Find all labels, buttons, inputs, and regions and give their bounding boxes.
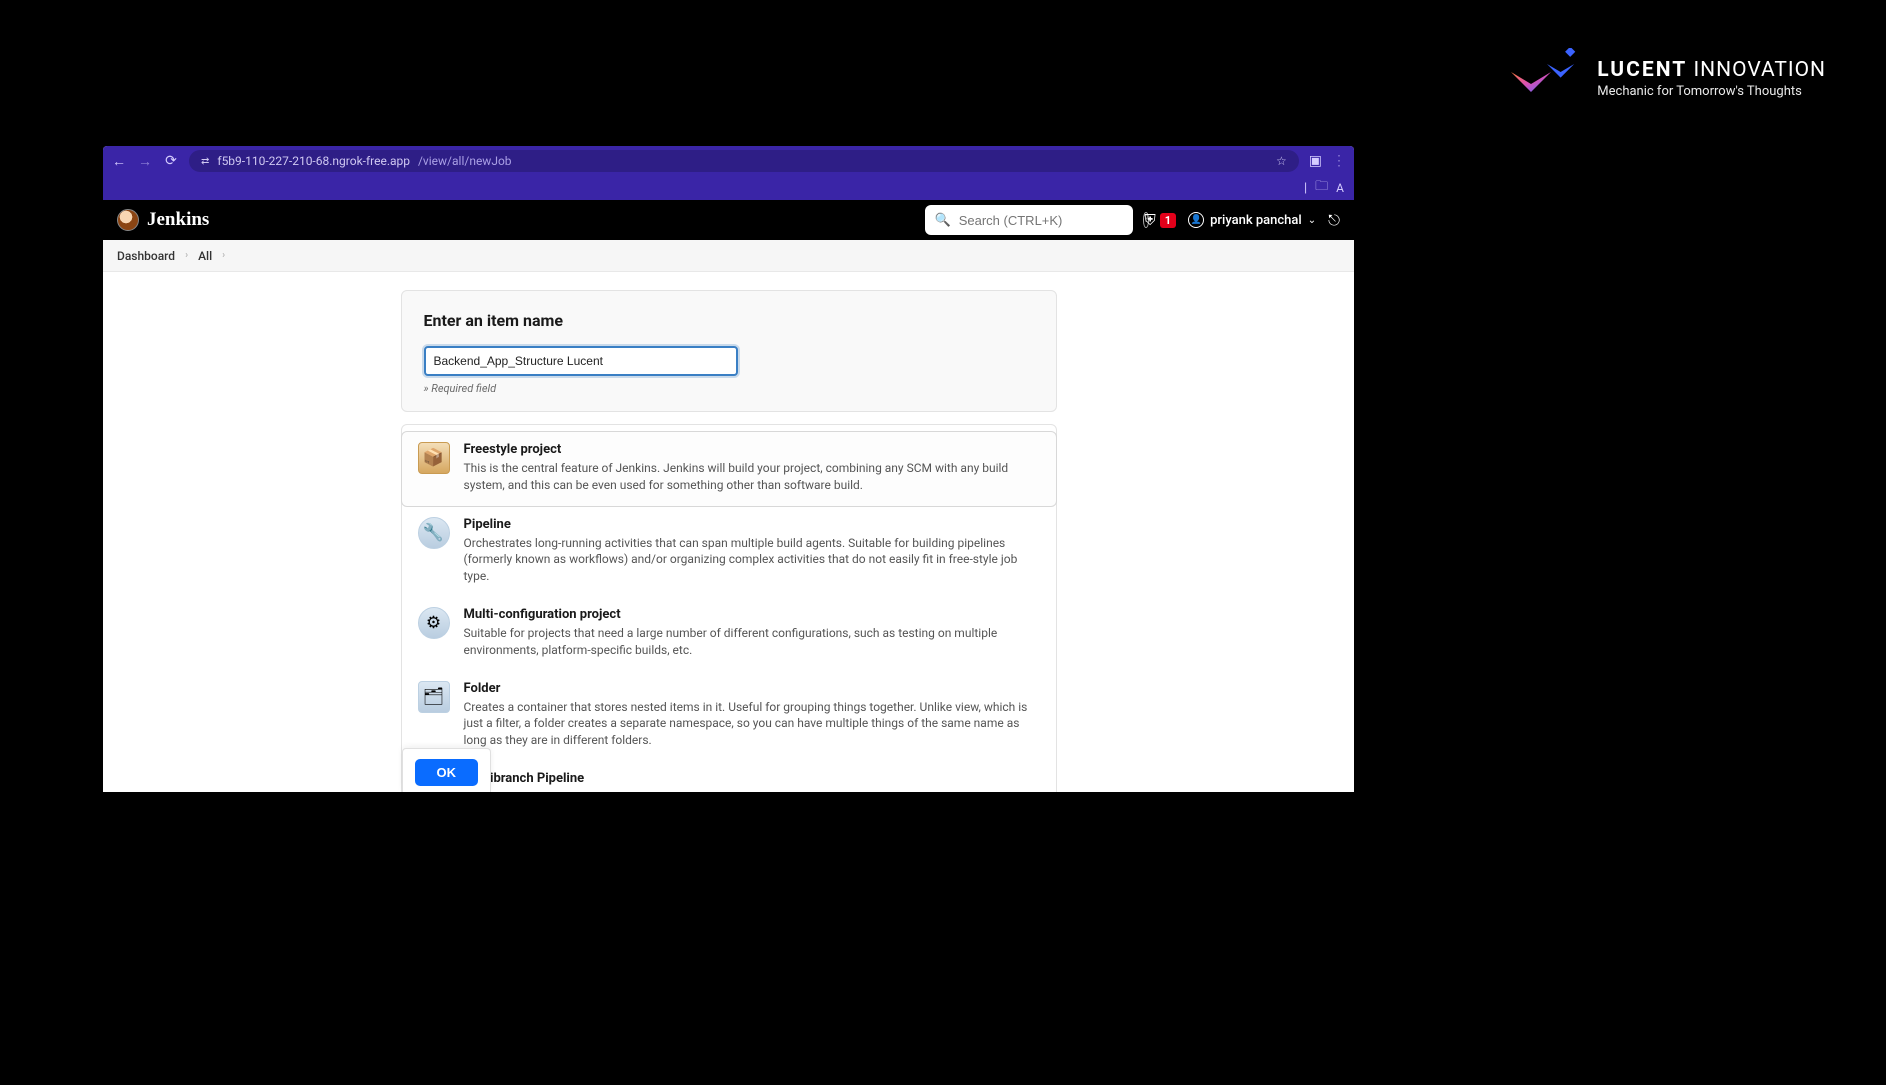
item-type-title: Multibranch Pipeline	[464, 771, 1040, 786]
pipeline-icon: 🔧	[418, 517, 450, 549]
new-item-form: Enter an item name » Required field	[401, 290, 1057, 412]
nav-forward-icon[interactable]: →	[137, 153, 153, 170]
item-name-input[interactable]	[424, 346, 738, 376]
jenkins-brand[interactable]: Jenkins	[117, 209, 209, 231]
item-type-description: Suitable for projects that need a large …	[464, 625, 1040, 659]
chevron-down-icon: ⌄	[1308, 215, 1316, 226]
browser-window: ← → ⟳ ⇄ f5b9-110-227-210-68.ngrok-free.a…	[103, 146, 1354, 792]
browser-urlbar-row: ← → ⟳ ⇄ f5b9-110-227-210-68.ngrok-free.a…	[103, 146, 1354, 176]
jenkins-name: Jenkins	[147, 209, 209, 231]
breadcrumb-all[interactable]: All	[198, 249, 212, 263]
chevron-right-icon: ›	[222, 250, 225, 261]
ok-button[interactable]: OK	[415, 759, 479, 786]
alert-count-badge: 1	[1160, 213, 1176, 228]
item-type-title: Pipeline	[464, 517, 1040, 532]
shield-icon: ⛨	[1145, 211, 1156, 229]
item-type-multibranch[interactable]: 🔀 Multibranch Pipeline Creates a set of …	[402, 761, 1056, 792]
chevron-right-icon: ›	[185, 250, 188, 261]
item-type-title: Folder	[464, 681, 1040, 696]
search-box[interactable]: 🔍 ?	[925, 205, 1133, 235]
jenkins-logo-icon	[117, 209, 139, 231]
search-input[interactable]	[959, 213, 1135, 228]
ok-footer: OK	[402, 748, 492, 792]
jenkins-header: Jenkins 🔍 ? ⛨ 1 👤 priyank panchal ⌄ ⎋	[103, 200, 1354, 240]
lucent-logo-icon	[1503, 48, 1583, 108]
logout-icon[interactable]: ⎋	[1328, 211, 1340, 229]
item-type-description: Creates a container that stores nested i…	[464, 699, 1040, 749]
lucent-brand-text: LUCENT INNOVATION	[1597, 58, 1826, 82]
item-type-description: Orchestrates long-running activities tha…	[464, 535, 1040, 585]
item-type-folder[interactable]: 🗂 Folder Creates a container that stores…	[402, 671, 1056, 761]
item-type-title: Multi-configuration project	[464, 607, 1040, 622]
item-type-title: Freestyle project	[464, 442, 1040, 457]
main-content: Enter an item name » Required field 📦 Fr…	[103, 272, 1354, 792]
url-input[interactable]: ⇄ f5b9-110-227-210-68.ngrok-free.app/vie…	[189, 150, 1299, 172]
breadcrumb: Dashboard › All ›	[103, 240, 1354, 272]
user-menu[interactable]: 👤 priyank panchal ⌄	[1188, 212, 1316, 228]
url-host: f5b9-110-227-210-68.ngrok-free.app	[217, 154, 410, 168]
lucent-watermark: LUCENT INNOVATION Mechanic for Tomorrow'…	[1503, 48, 1826, 108]
bookmarks-label[interactable]: A	[1336, 181, 1344, 195]
folder-icon: 🗂	[418, 681, 450, 713]
multi-config-icon: ⚙	[418, 607, 450, 639]
search-icon: 🔍	[935, 213, 951, 228]
site-identity-icon[interactable]: ⇄	[201, 156, 209, 167]
security-alerts[interactable]: ⛨ 1	[1145, 211, 1177, 229]
item-type-multiconfig[interactable]: ⚙ Multi-configuration project Suitable f…	[402, 597, 1056, 671]
required-hint: » Required field	[424, 382, 1034, 395]
item-type-description: This is the central feature of Jenkins. …	[464, 460, 1040, 494]
url-path: /view/all/newJob	[418, 154, 512, 168]
lucent-tagline: Mechanic for Tomorrow's Thoughts	[1597, 84, 1826, 99]
breadcrumb-dashboard[interactable]: Dashboard	[117, 249, 175, 263]
bookmarks-pipe-icon: |	[1304, 181, 1307, 196]
extensions-icon[interactable]: ▣	[1309, 153, 1322, 169]
bookmark-star-icon[interactable]: ☆	[1276, 154, 1287, 168]
bookmarks-folder-icon[interactable]: 🗀	[1315, 177, 1328, 199]
item-type-pipeline[interactable]: 🔧 Pipeline Orchestrates long-running act…	[402, 507, 1056, 597]
form-title: Enter an item name	[424, 311, 1034, 330]
item-type-freestyle[interactable]: 📦 Freestyle project This is the central …	[401, 431, 1057, 507]
item-type-description: Creates a set of Pipeline projects accor…	[464, 789, 1040, 792]
browser-bookmark-bar: | 🗀 A	[103, 176, 1354, 200]
item-type-list: 📦 Freestyle project This is the central …	[401, 424, 1057, 792]
nav-back-icon[interactable]: ←	[111, 153, 127, 170]
username-label: priyank panchal	[1210, 213, 1302, 228]
avatar-icon: 👤	[1188, 212, 1204, 228]
nav-reload-icon[interactable]: ⟳	[163, 153, 179, 169]
freestyle-project-icon: 📦	[418, 442, 450, 474]
browser-menu-icon[interactable]: ⋮	[1332, 153, 1346, 169]
